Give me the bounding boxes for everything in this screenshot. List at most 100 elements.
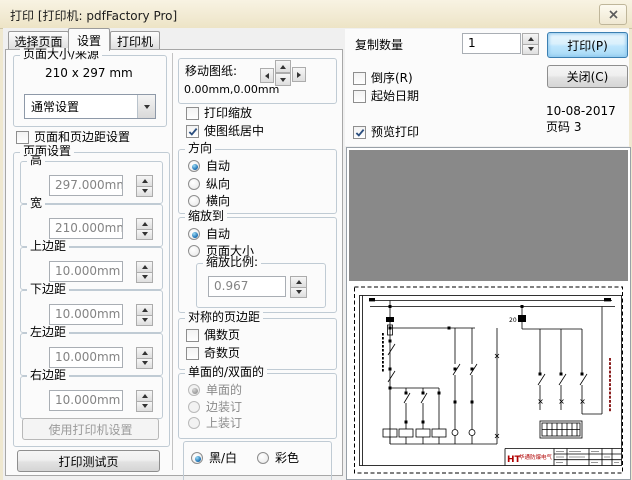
spin-down-button[interactable] <box>136 272 153 284</box>
print-dialog: 打印 [打印机: pdfFactory Pro] 选择页面 设置 打印机 页面大… <box>0 0 632 480</box>
color-radio[interactable] <box>257 452 269 464</box>
black-white-radio[interactable] <box>191 452 203 464</box>
spin-up-icon <box>142 179 148 183</box>
page-margin-checkbox-label: 页面和页边距设置 <box>34 130 130 144</box>
copies-spinner <box>522 33 539 55</box>
tab-printer[interactable]: 打印机 <box>110 31 160 51</box>
center-drawing-checkbox[interactable] <box>186 125 199 138</box>
left-margin-spinner <box>136 347 153 369</box>
paper-preset-dropdown[interactable]: 通常设置 <box>24 94 156 119</box>
odd-pages-label: 奇数页 <box>204 346 240 360</box>
copies-input[interactable]: 1 <box>462 33 521 54</box>
center-drawing-label: 使图纸居中 <box>204 124 264 138</box>
page-margin-checkbox[interactable] <box>16 131 29 144</box>
orientation-auto-radio[interactable] <box>188 160 200 172</box>
move-left-button[interactable] <box>260 68 274 83</box>
window-title: 打印 [打印机: pdfFactory Pro] <box>10 7 177 24</box>
move-up-button[interactable] <box>275 60 291 73</box>
close-button[interactable] <box>599 4 627 25</box>
edge-binding-radio[interactable] <box>188 401 200 413</box>
circuit-diagram: 20 HT 华通防爆电气 <box>349 281 628 477</box>
tab-printer-label: 打印机 <box>117 33 153 50</box>
start-date-label: 起始日期 <box>371 89 419 103</box>
print-scaling-label: 打印缩放 <box>204 106 252 120</box>
orientation-landscape-radio[interactable] <box>188 195 200 207</box>
width-input[interactable]: 210.000mm <box>49 218 123 239</box>
spin-down-button[interactable] <box>136 358 153 370</box>
title-bar[interactable]: 打印 [打印机: pdfFactory Pro] <box>0 0 632 29</box>
scale-ratio-input[interactable]: 0.967 <box>208 276 286 297</box>
terminal-block <box>540 421 582 438</box>
preview-print-checkbox[interactable] <box>353 126 366 139</box>
arrow-up-icon <box>280 65 286 69</box>
color-label: 彩色 <box>275 451 299 465</box>
left-margin-input[interactable]: 10.000mm <box>49 347 123 368</box>
symmetric-margins-group: 对称的页边距 <box>178 318 337 370</box>
scale-auto-radio[interactable] <box>188 228 200 240</box>
start-date-checkbox[interactable] <box>353 90 366 103</box>
print-button[interactable]: 打印(P) <box>547 32 628 58</box>
right-margin-spinner <box>136 390 153 412</box>
spin-up-icon <box>296 280 302 284</box>
company-name: 华通防爆电气 <box>519 453 553 461</box>
spin-down-icon <box>142 361 148 365</box>
bottom-margin-label: 下边距 <box>27 283 69 296</box>
spin-up-icon <box>142 394 148 398</box>
arrow-left-icon <box>265 73 269 79</box>
use-printer-settings-button[interactable]: 使用打印机设置 <box>22 418 159 440</box>
height-input[interactable]: 297.000mm <box>49 175 123 196</box>
orientation-legend: 方向 <box>185 142 215 155</box>
height-label: 高 <box>27 154 45 167</box>
move-offset-value: 0.00mm,0.00mm <box>184 83 279 97</box>
spin-down-button[interactable] <box>136 229 153 241</box>
spin-down-icon <box>142 189 148 193</box>
close-icon <box>609 10 618 19</box>
right-margin-input[interactable]: 10.000mm <box>49 390 123 411</box>
orientation-group: 方向 <box>178 149 337 214</box>
spin-down-button[interactable] <box>522 44 539 56</box>
top-binding-radio[interactable] <box>188 417 200 429</box>
spin-down-icon <box>296 290 302 294</box>
bottom-margin-input[interactable]: 10.000mm <box>49 304 123 325</box>
spin-up-icon <box>142 222 148 226</box>
move-down-button[interactable] <box>275 73 291 86</box>
page-size-text: 210 x 297 mm <box>45 66 133 80</box>
spin-down-button[interactable] <box>136 186 153 198</box>
tab-settings[interactable]: 设置 <box>68 28 110 51</box>
spin-down-button[interactable] <box>136 315 153 327</box>
top-binding-label: 上装订 <box>206 416 242 430</box>
scale-page-size-radio[interactable] <box>188 245 200 257</box>
spin-up-icon <box>142 308 148 312</box>
copies-label: 复制数量 <box>355 38 403 52</box>
orientation-portrait-label: 纵向 <box>206 177 230 191</box>
top-margin-spinner <box>136 261 153 283</box>
print-scaling-checkbox[interactable] <box>186 107 199 120</box>
close-dialog-button[interactable]: 关闭(C) <box>547 65 628 88</box>
tab-settings-label: 设置 <box>77 32 101 49</box>
orientation-portrait-radio[interactable] <box>188 178 200 190</box>
dropdown-arrow-button[interactable] <box>137 95 155 118</box>
spin-down-button[interactable] <box>290 287 307 299</box>
reverse-order-checkbox[interactable] <box>353 72 366 85</box>
top-margin-input[interactable]: 10.000mm <box>49 261 123 282</box>
print-test-page-button[interactable]: 打印测试页 <box>17 450 160 472</box>
print-preview-page: 20 HT 华通防爆电气 <box>349 281 628 477</box>
arrow-down-icon <box>280 78 286 82</box>
spin-down-icon <box>142 275 148 279</box>
scale-ratio-legend: 缩放比例: <box>203 256 261 269</box>
move-right-button[interactable] <box>292 67 306 82</box>
spin-down-button[interactable] <box>136 401 153 413</box>
print-preview-panel[interactable]: 20 HT 华通防爆电气 <box>346 147 631 480</box>
width-label: 宽 <box>27 197 45 210</box>
spin-down-icon <box>142 318 148 322</box>
spin-down-icon <box>142 404 148 408</box>
single-sided-radio[interactable] <box>188 384 200 396</box>
edge-binding-label: 边装订 <box>206 400 242 414</box>
odd-pages-checkbox[interactable] <box>186 347 199 360</box>
even-pages-checkbox[interactable] <box>186 329 199 342</box>
arrow-right-icon <box>297 72 301 78</box>
column-divider <box>172 53 173 470</box>
drawing-number-ticks <box>609 358 611 411</box>
even-pages-label: 偶数页 <box>204 328 240 342</box>
spin-down-icon <box>142 232 148 236</box>
